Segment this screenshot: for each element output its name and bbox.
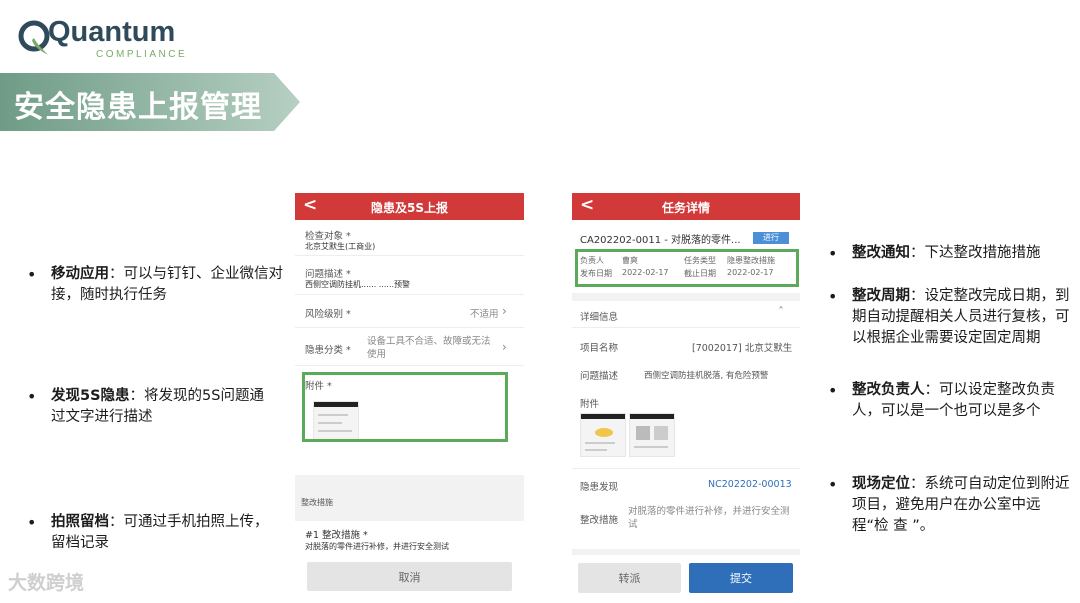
bullet-rectify-cycle: • 整改周期：设定整改完成日期，到期自动提醒相关人员进行复核，可以根据企业需要设… [828,287,1070,346]
phone1-header: < 隐患及5S上报 [295,193,524,220]
attachment-thumbnail[interactable] [580,413,626,457]
transfer-button[interactable]: 转派 [578,563,681,593]
risk-label: 风险级别 * [305,309,351,320]
attach2-label: 附件 [580,399,600,410]
phone-task-detail: < 任务详情 CA202202-0011 - 对脱落的零件... 进行 负责人 … [572,193,800,603]
logo-sub: COMPLIANCE [96,49,188,60]
watermark: 大数跨境 [8,572,85,594]
desc2-label: 问题描述 [580,371,619,382]
desc-label: 问题描述 * [305,269,351,280]
measure2-value: 对脱落的零件进行补修，并进行安全测试 [628,506,790,530]
bullet-5s-hazard: • 发现5S隐患：将发现的5S问题通过文字进行描述 [27,387,264,425]
project-label: 项目名称 [580,343,619,354]
bullet-dot: • [828,475,838,494]
divider [295,327,524,328]
attachment-thumbnail[interactable] [629,413,675,457]
leaf-q-icon [18,20,50,55]
section-gap [572,549,800,555]
highlight-task-info [575,249,799,287]
desc2-value: 西侧空调防挂机脱落, 有危险预警 [644,371,769,381]
found-label: 隐患发现 [580,482,619,493]
measure2-label: 整改措施 [580,515,619,526]
phone2-title: 任务详情 [661,201,710,215]
divider [572,468,800,469]
divider [572,327,800,328]
chevron-up-icon[interactable]: ˆ [778,305,784,319]
chevron-right-icon: › [502,340,507,354]
bullet-dot: • [828,381,838,400]
bullet-rectify-notice: • 整改通知：下达整改措施措施 [828,244,1041,263]
section-gap [572,293,800,301]
detail-label[interactable]: 详细信息 [580,309,618,323]
project-value: [7002017] 北京艾默生 [692,343,793,354]
bullet-photo-archive: • 拍照留档：可通过手机拍照上传，留档记录 [27,513,269,551]
bullet-site-location: • 现场定位：系统可自动定位到附近项目，避免用户在办公室中远程“检 查 ”。 [828,475,1070,534]
section-measure-label: 整改措施 [301,498,333,507]
divider [295,255,524,256]
bullet-dot: • [828,244,838,263]
divider [295,365,524,366]
divider [295,294,524,295]
bullet-dot: • [27,513,37,532]
bullet-mobile-app: • 移动应用：可以与钉钉、企业微信对接，随时执行任务 [27,265,283,303]
measure-value[interactable]: 对脱落的零件进行补修，并进行安全测试 [305,541,449,552]
risk-value[interactable]: 不适用 [470,306,499,320]
desc-value[interactable]: 西侧空调防挂机...... ......预警 [305,279,410,290]
bullet-dot: • [27,265,37,284]
found-link[interactable]: NC202202-00013 [708,479,792,490]
bullet-dot: • [27,387,37,406]
quantum-logo: Quantum COMPLIANCE [16,14,186,64]
measure-label: #1 整改措施 * [305,530,368,541]
task-id: CA202202-0011 - 对脱落的零件... [580,235,741,246]
phone-hazard-report: < 隐患及5S上报 检查对象 * 北京艾默生(工商业) 问题描述 * 西侧空调防… [295,193,524,603]
cancel-button[interactable]: 取消 [307,562,512,591]
highlight-attachment [302,372,508,442]
phone1-title: 隐患及5S上报 [371,201,448,215]
bullet-rectify-owner: • 整改负责人：可以设定整改负责人，可以是一个也可以是多个 [828,381,1055,419]
target-label: 检查对象 * [305,231,351,242]
chevron-right-icon: › [502,304,507,318]
logo-word: Quantum [48,16,176,48]
bullet-dot: • [828,287,838,306]
status-badge: 进行 [753,232,789,244]
page-title: 安全隐患上报管理 [14,90,262,125]
phone2-header: < 任务详情 [572,193,800,220]
submit-button[interactable]: 提交 [689,563,793,593]
target-value[interactable]: 北京艾默生(工商业) [305,241,375,252]
category-label: 隐患分类 * [305,345,351,356]
category-value[interactable]: 设备工具不合适、故障或无法使用 [367,335,499,361]
